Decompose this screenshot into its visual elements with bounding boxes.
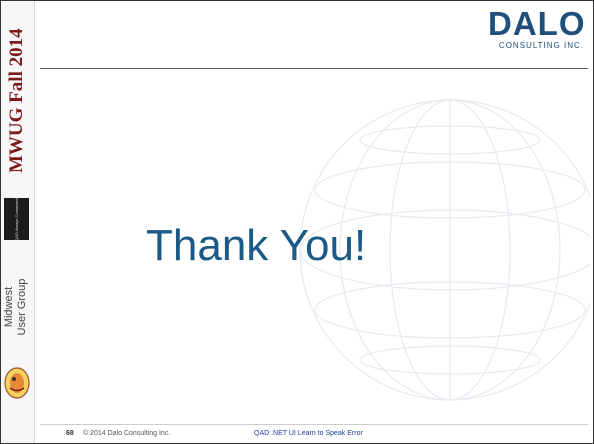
dalo-logo: DALO CONSULTING INC. (488, 5, 586, 50)
dalo-wordmark: DALO (488, 5, 586, 42)
event-title: MWUG Fall 2014 (6, 28, 27, 173)
group-name: Midwest User Group (3, 263, 31, 351)
mascot-logo-icon (4, 367, 30, 399)
group-name-line2: User Group (16, 278, 28, 336)
copyright-text: © 2014 Dalo Consulting Inc. (83, 430, 171, 437)
header-divider (40, 68, 588, 69)
qad-badge-text: QAD Always Connected (14, 197, 19, 241)
dalo-tagline: CONSULTING INC. (498, 41, 584, 50)
group-name-line1: Midwest (3, 286, 15, 328)
slide-title: Thank You! (146, 221, 367, 270)
slide: MWUG Fall 2014 QAD Always Connected Midw… (0, 0, 594, 444)
page-number: 68 (66, 430, 74, 437)
footer-divider (40, 424, 588, 425)
presentation-title: QAD .NET UI Learn to Speak Error (254, 430, 363, 437)
